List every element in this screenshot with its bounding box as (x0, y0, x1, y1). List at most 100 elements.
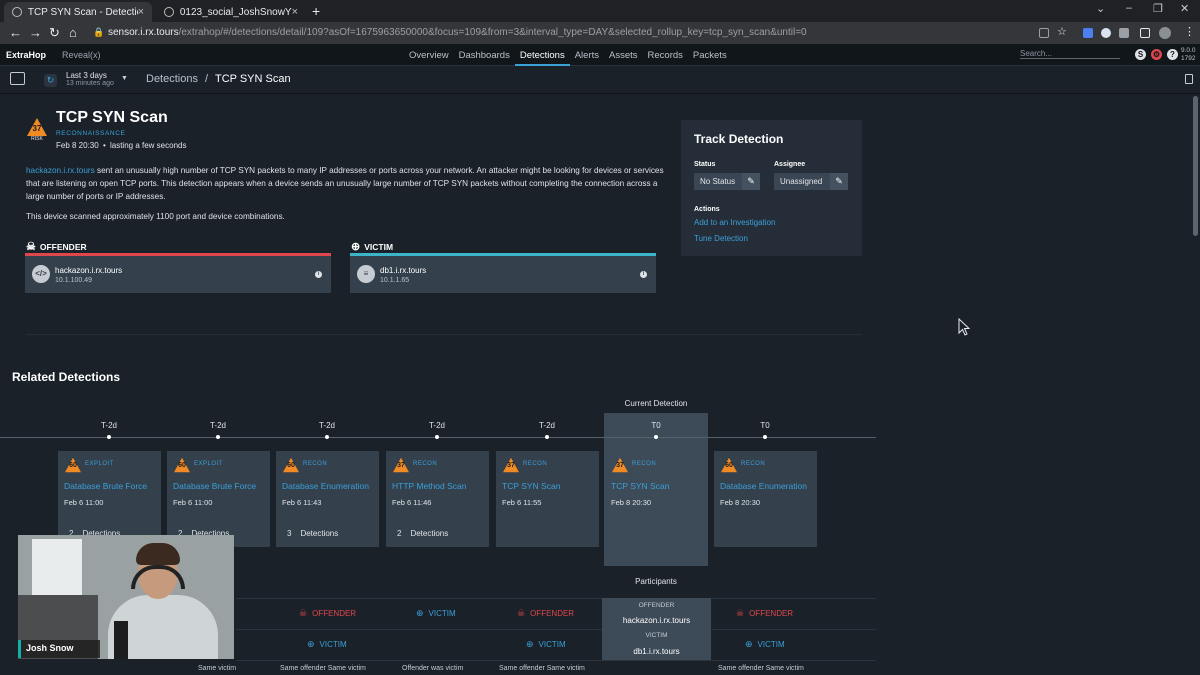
global-search-input[interactable]: Search... (1020, 49, 1120, 59)
nav-detections[interactable]: Detections (514, 44, 570, 66)
pencil-icon[interactable]: ✎ (742, 173, 760, 190)
settings-gear-icon[interactable]: ⚙ (1151, 49, 1162, 60)
breadcrumb-detections[interactable]: Detections (146, 73, 198, 85)
browser-menu-icon[interactable]: ⋮ (1184, 25, 1195, 38)
participant-victim[interactable]: ⊕ VICTIM (745, 639, 785, 650)
reload-icon[interactable]: ↻ (49, 25, 60, 41)
scan-summary: This device scanned approximately 1100 p… (26, 212, 285, 221)
tune-detection-link[interactable]: Tune Detection (694, 234, 748, 243)
nav-records[interactable]: Records (643, 44, 688, 66)
tab-close-icon[interactable]: × (138, 6, 144, 18)
detection-category: EXPLOIT (194, 461, 223, 467)
related-detection-name[interactable]: Database Brute Force (64, 481, 158, 492)
offender-name[interactable]: hackazon.i.rx.tours (55, 266, 122, 275)
victim-role: VICTIM (428, 609, 456, 618)
menu-toggle-icon[interactable] (10, 72, 25, 85)
page-scrollbar[interactable] (1193, 96, 1198, 236)
info-icon[interactable]: i (640, 271, 647, 278)
tab-close-icon[interactable]: × (292, 6, 298, 18)
current-victim-name[interactable]: db1.i.rx.tours (602, 647, 711, 656)
forward-icon[interactable]: → (29, 25, 42, 40)
new-tab-button[interactable]: + (312, 3, 320, 19)
related-detection-name[interactable]: HTTP Method Scan (392, 481, 486, 492)
related-detection-name[interactable]: Database Enumeration (720, 481, 814, 492)
offender-card[interactable]: </> hackazon.i.rx.tours 10.1.100.49 i (25, 253, 331, 293)
related-detection-date: Feb 6 11:46 (392, 498, 432, 507)
offender-bar (25, 253, 331, 256)
tab-search-icon[interactable]: ⌄ (1096, 2, 1105, 15)
presenter-hair (136, 543, 180, 565)
current-offender-name[interactable]: hackazon.i.rx.tours (602, 616, 711, 625)
maximize-button[interactable]: ❐ (1153, 2, 1163, 15)
related-detection-card[interactable]: 60 EXPLOIT Database Brute Force Feb 6 11:00… (167, 451, 270, 547)
nav-dashboards[interactable]: Dashboards (454, 44, 515, 66)
status-dropdown[interactable]: No Status ✎ (694, 173, 760, 190)
info-icon[interactable]: i (315, 271, 322, 278)
back-icon[interactable]: ← (9, 25, 22, 40)
related-detection-date: Feb 8 20:30 (611, 498, 652, 507)
related-detection-name[interactable]: Database Enumeration (282, 481, 376, 492)
target-icon: ⊕ (416, 608, 424, 618)
export-pdf-icon[interactable] (1185, 74, 1193, 84)
related-detection-name[interactable]: TCP SYN Scan (611, 481, 705, 492)
participant-victim[interactable]: ⊕ VICTIM (526, 639, 566, 650)
add-to-investigation-link[interactable]: Add to an Investigation (694, 218, 775, 227)
related-detection-card[interactable]: 37 RECON TCP SYN Scan Feb 8 20:30 (605, 451, 708, 531)
extrahop-logo[interactable]: ExtraHop (6, 50, 46, 60)
browser-tab-active[interactable]: TCP SYN Scan - Detections - sen × (4, 2, 152, 22)
victim-name[interactable]: db1.i.rx.tours (380, 266, 426, 275)
related-detection-card[interactable]: 37 RECON HTTP Method Scan Feb 6 11:46 2 Detec… (386, 451, 489, 547)
related-detection-date: Feb 6 11:43 (282, 498, 322, 507)
system-status-icon[interactable]: S (1135, 49, 1146, 60)
participant-offender[interactable]: ☠ OFFENDER (517, 608, 574, 619)
bookmark-star-icon[interactable]: ☆ (1057, 25, 1067, 38)
participant-victim[interactable]: ⊕ VICTIM (416, 608, 456, 619)
related-detection-card[interactable]: 60 RECON Database Enumeration Feb 6 11:43 3 D… (276, 451, 379, 547)
extension-icon[interactable] (1083, 28, 1093, 38)
risk-score: 60 (69, 462, 77, 469)
relationship-label: Same offender Same victim (280, 665, 366, 672)
risk-score-badge: 37 (502, 457, 520, 473)
timeline-dot (107, 435, 111, 439)
extensions-puzzle-icon[interactable] (1119, 28, 1129, 38)
participant-victim[interactable]: ⊕ VICTIM (307, 639, 347, 650)
sidebar-icon[interactable] (1140, 28, 1150, 38)
version-label: 9.0.0 1792 (1181, 47, 1195, 63)
lock-icon[interactable]: 🔒 (93, 27, 104, 38)
victim-card[interactable]: ≡ db1.i.rx.tours 10.1.1.65 i (350, 253, 656, 293)
minimize-button[interactable]: – (1126, 2, 1132, 14)
related-detection-card[interactable]: 37 RECON TCP SYN Scan Feb 6 11:55 (496, 451, 599, 547)
nav-alerts[interactable]: Alerts (570, 44, 604, 66)
help-icon[interactable]: ? (1167, 49, 1178, 60)
related-detections-title: Related Detections (12, 370, 121, 384)
nav-assets[interactable]: Assets (604, 44, 643, 66)
related-detection-card[interactable]: 60 RECON Database Enumeration Feb 8 20:30 (714, 451, 817, 547)
related-detection-name[interactable]: TCP SYN Scan (502, 481, 596, 492)
refresh-icon[interactable]: ↻ (44, 74, 57, 87)
browser-tab[interactable]: 0123_social_JoshSnowYT (1).jpg ( × (156, 2, 306, 22)
home-icon[interactable]: ⌂ (69, 25, 77, 40)
actions-label: Actions (694, 206, 720, 213)
detection-category[interactable]: RECONNAISSANCE (56, 130, 125, 137)
extension-icon[interactable] (1101, 28, 1111, 38)
nav-packets[interactable]: Packets (688, 44, 732, 66)
risk-score: 60 (178, 462, 186, 469)
related-detection-date: Feb 8 20:30 (720, 498, 761, 507)
victim-role: VICTIM (319, 640, 347, 649)
timeline-dot (545, 435, 549, 439)
assignee-dropdown[interactable]: Unassigned ✎ (774, 173, 848, 190)
nav-overview[interactable]: Overview (404, 44, 454, 66)
related-detection-card[interactable]: 60 EXPLOIT Database Brute Force Feb 6 11:00… (58, 451, 161, 547)
participant-offender[interactable]: ☠ OFFENDER (736, 608, 793, 619)
pencil-icon[interactable]: ✎ (830, 173, 848, 190)
share-icon[interactable] (1039, 28, 1049, 38)
participant-offender[interactable]: ☠ OFFENDER (299, 608, 356, 619)
close-window-button[interactable]: ✕ (1180, 2, 1189, 15)
url-field[interactable]: sensor.i.rx.tours/extrahop/#/detections/… (108, 27, 807, 38)
skull-icon: ☠ (299, 608, 308, 618)
offender-link[interactable]: hackazon.i.rx.tours (26, 166, 95, 175)
profile-avatar[interactable] (1159, 27, 1171, 39)
related-detection-name[interactable]: Database Brute Force (173, 481, 267, 492)
time-selector[interactable]: ↻ Last 3 days 13 minutes ago ▼ (40, 69, 132, 91)
detection-category: EXPLOIT (85, 461, 114, 467)
